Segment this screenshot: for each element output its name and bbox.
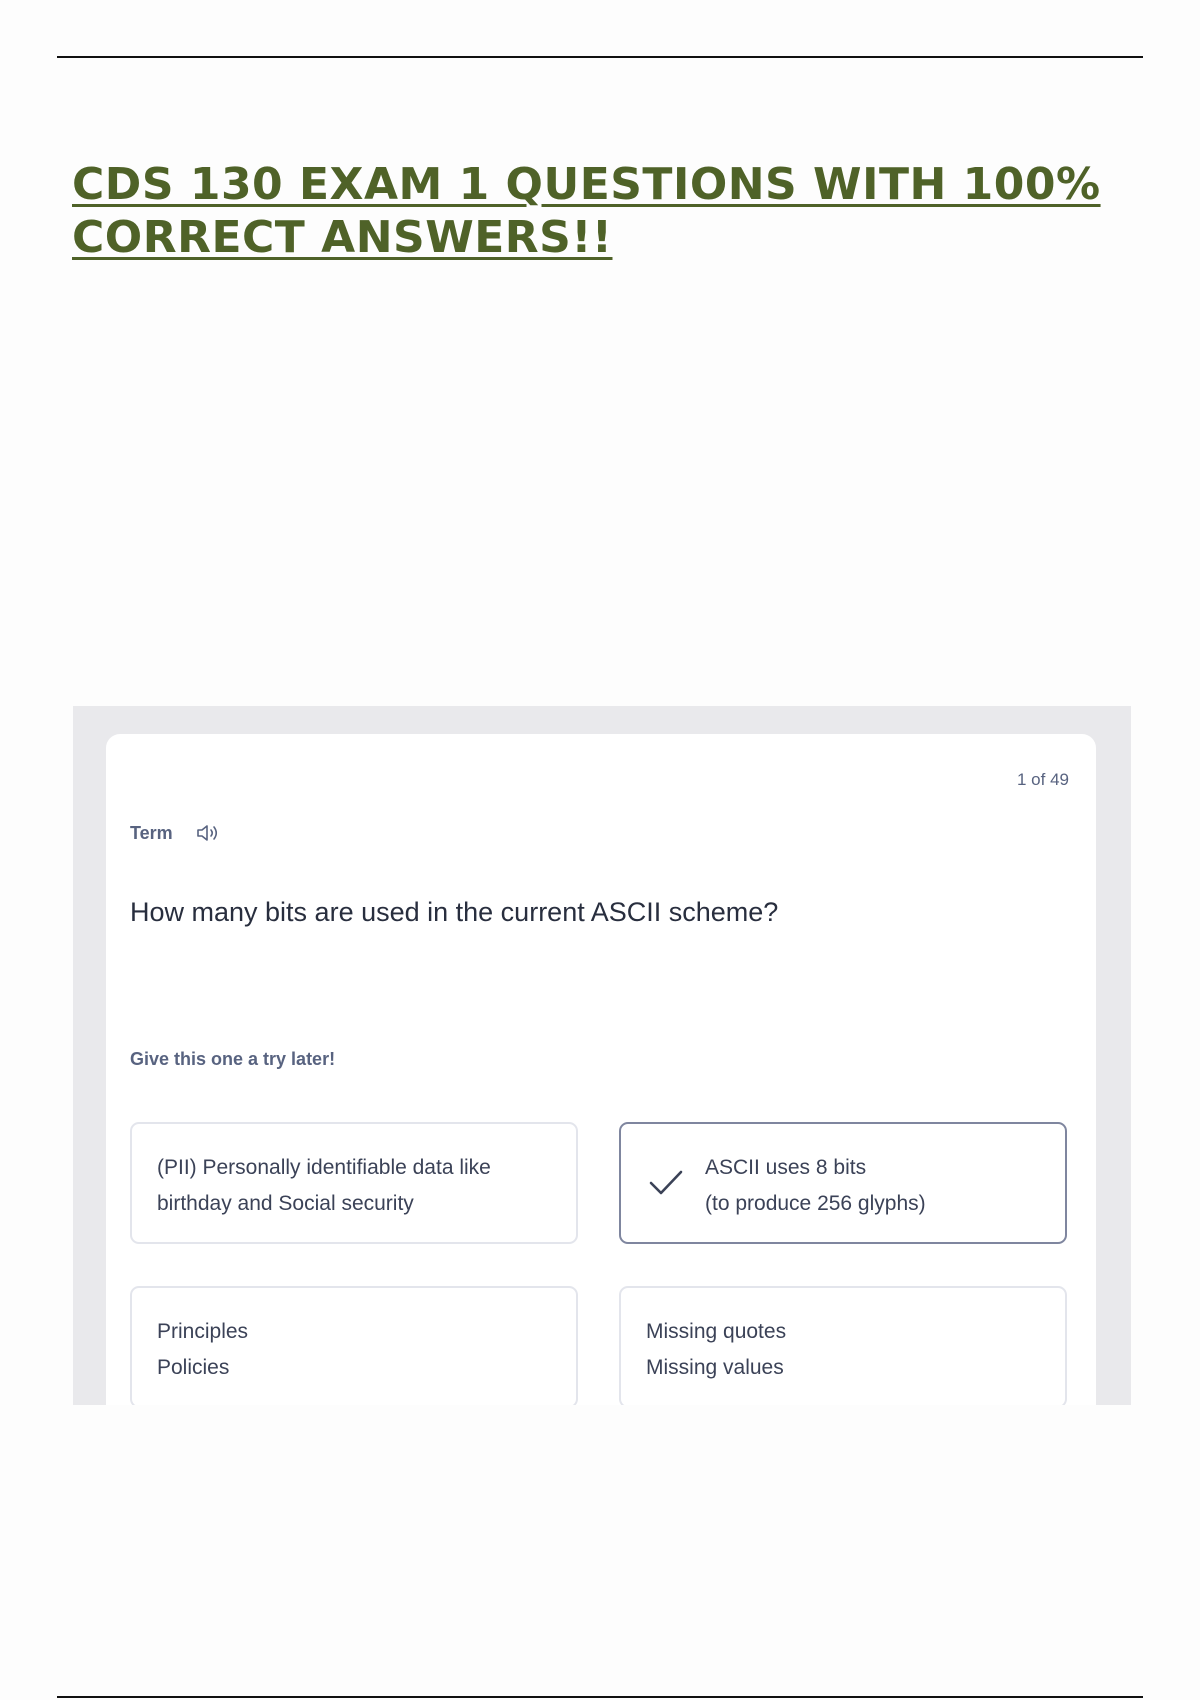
top-rule [57,56,1143,58]
answer-option-3[interactable]: Principles Policies [130,1286,578,1405]
bottom-rule [57,1696,1143,1698]
document-title-line-2: CORRECT ANSWERS!! [72,212,613,263]
answer-line-1: ASCII uses 8 bits [705,1156,867,1179]
answer-line-1: Principles [157,1320,249,1343]
flashcard: 1 of 49 Term How many bits are used in t… [106,734,1096,1405]
question-text: How many bits are used in the current AS… [130,897,779,927]
answer-option-4[interactable]: Missing quotes Missing values [619,1286,1067,1405]
answer-line-2: Policies [157,1356,230,1379]
document-title: CDS 130 EXAM 1 QUESTIONS WITH 100% CORRE… [72,158,1132,264]
document-title-line-1: CDS 130 EXAM 1 QUESTIONS WITH 100% [72,159,1101,210]
answer-option-text: Missing quotes Missing values [646,1314,786,1386]
speaker-icon[interactable] [195,822,221,844]
answer-option-1[interactable]: (PII) Personally identifiable data like … [130,1122,578,1244]
card-counter: 1 of 49 [1017,770,1069,789]
answer-option-text: Principles Policies [157,1314,248,1386]
answer-option-text: (PII) Personally identifiable data like … [157,1150,491,1222]
flashcard-screenshot: 1 of 49 Term How many bits are used in t… [73,706,1131,1405]
check-icon [649,1170,683,1195]
answer-line-1: (PII) Personally identifiable data like [157,1156,491,1179]
term-header: Term [130,822,221,844]
answer-line-2: (to produce 256 glyphs) [705,1192,926,1215]
answer-line-2: Missing values [646,1356,784,1379]
answer-option-2-selected[interactable]: ASCII uses 8 bits (to produce 256 glyphs… [619,1122,1067,1244]
answer-line-2: birthday and Social security [157,1192,414,1215]
answer-option-text: ASCII uses 8 bits (to produce 256 glyphs… [705,1150,926,1222]
try-later-hint: Give this one a try later! [130,1049,336,1069]
term-label: Term [130,822,173,843]
answer-line-1: Missing quotes [646,1320,787,1343]
